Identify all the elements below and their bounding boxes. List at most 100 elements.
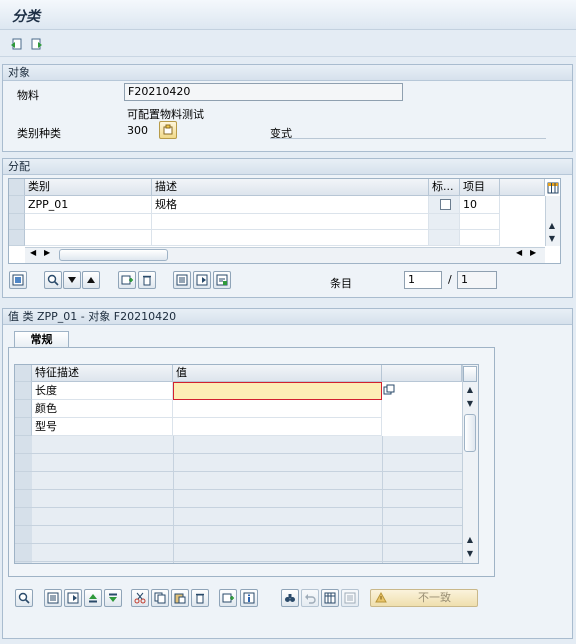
scroll-left-end-icon[interactable]: ◀ <box>516 248 522 257</box>
details-icon <box>12 274 24 286</box>
row-selector[interactable] <box>9 214 25 230</box>
paste-button[interactable] <box>171 589 189 607</box>
binoculars-icon <box>47 274 59 286</box>
sort-up-button[interactable] <box>84 589 102 607</box>
scroll-down-icon[interactable]: ▼ <box>463 399 477 408</box>
class-cell[interactable]: ZPP_01 <box>25 196 152 214</box>
row-selector[interactable] <box>15 418 32 436</box>
tab-general[interactable]: 常规 <box>14 331 69 347</box>
scroll-right-end-icon[interactable]: ▶ <box>530 248 536 257</box>
copy-icon <box>154 592 166 604</box>
column-layout-button[interactable] <box>544 179 562 197</box>
scissors-icon <box>134 592 146 604</box>
display-button[interactable] <box>341 589 359 607</box>
sort-descending-button[interactable] <box>63 271 81 289</box>
values-select-all-button[interactable] <box>44 589 62 607</box>
trash-icon <box>196 593 204 604</box>
delete-row-button[interactable] <box>138 271 156 289</box>
doc-arrow-left-icon <box>11 38 22 50</box>
entry-separator: / <box>448 273 452 286</box>
col-header-value[interactable]: 值 <box>173 365 382 382</box>
copy-button[interactable] <box>151 589 169 607</box>
value-cell-length[interactable] <box>173 382 382 400</box>
item-cell[interactable]: 10 <box>460 196 500 214</box>
scroll-left-icon[interactable]: ◀ <box>30 248 36 257</box>
scroll-up-icon[interactable]: ▲ <box>545 221 559 230</box>
sort-ascending-button[interactable] <box>82 271 100 289</box>
horizontal-scroll-thumb[interactable] <box>59 249 168 261</box>
values-delete-button[interactable] <box>191 589 209 607</box>
undo-button[interactable] <box>301 589 319 607</box>
search-binoculars-button[interactable] <box>281 589 299 607</box>
select-all-icon <box>176 274 188 286</box>
class-type-select-button[interactable] <box>159 121 177 139</box>
select-block-button[interactable] <box>193 271 211 289</box>
col-header-item[interactable]: 项目 <box>460 179 500 196</box>
row-selector[interactable] <box>15 382 32 400</box>
magnifier-icon <box>18 592 30 604</box>
next-object-button[interactable] <box>28 35 46 53</box>
find-button[interactable] <box>44 271 62 289</box>
values-vertical-scrollbar[interactable] <box>462 365 478 563</box>
row-selector[interactable] <box>9 196 25 214</box>
entry-total-field: 1 <box>457 271 497 289</box>
col-header-filler <box>382 365 462 382</box>
insert-row-button[interactable] <box>118 271 136 289</box>
window-title: 分类 <box>12 9 40 25</box>
empty-rows <box>15 436 462 563</box>
select-all-button[interactable] <box>173 271 191 289</box>
previous-object-button[interactable] <box>7 35 25 53</box>
col-header-filler <box>500 179 545 196</box>
row-selector[interactable] <box>9 230 25 246</box>
sort-down-button[interactable] <box>104 589 122 607</box>
triangle-up-icon <box>87 277 95 283</box>
empty-cell <box>25 214 152 230</box>
col-header-class[interactable]: 类别 <box>25 179 152 196</box>
characteristic-cell: 颜色 <box>32 400 173 418</box>
material-field[interactable]: F20210420 <box>124 83 403 101</box>
row-selector[interactable] <box>15 400 32 418</box>
undo-icon <box>305 594 316 604</box>
entry-current-field[interactable]: 1 <box>404 271 442 289</box>
values-select-block-button[interactable] <box>64 589 82 607</box>
title-bar <box>0 0 576 30</box>
display-icon <box>344 592 356 604</box>
entry-label: 条目 <box>330 277 352 290</box>
warning-icon <box>375 592 387 603</box>
values-group-header: 值 类 ZPP_01 - 对象 F20210420 <box>3 309 572 325</box>
values-find-button[interactable] <box>15 589 33 607</box>
characteristic-cell: 型号 <box>32 418 173 436</box>
value-cell-color[interactable] <box>173 400 382 418</box>
details-button[interactable] <box>9 271 27 289</box>
value-help-button[interactable] <box>381 382 397 398</box>
col-header-characteristic[interactable]: 特征描述 <box>32 365 173 382</box>
scroll-down-end-icon[interactable]: ▼ <box>463 549 477 558</box>
cut-button[interactable] <box>131 589 149 607</box>
folder-icon <box>163 124 173 135</box>
application-toolbar <box>0 31 576 57</box>
scroll-right-icon[interactable]: ▶ <box>44 248 50 257</box>
scroll-down-icon[interactable]: ▼ <box>545 234 559 243</box>
description-cell: 规格 <box>152 196 429 214</box>
column-settings-button[interactable] <box>463 366 477 382</box>
deselect-all-button[interactable] <box>213 271 231 289</box>
scroll-up-icon[interactable]: ▲ <box>463 385 477 394</box>
select-all-cell[interactable] <box>15 365 32 382</box>
binoculars-icon <box>285 594 295 602</box>
scroll-up-end-icon[interactable]: ▲ <box>463 535 477 544</box>
empty-cell <box>152 214 429 230</box>
doc-arrow-right-icon <box>31 38 42 50</box>
table-view-button[interactable] <box>321 589 339 607</box>
values-insert-button[interactable] <box>219 589 237 607</box>
vertical-scroll-thumb[interactable] <box>464 414 476 452</box>
col-header-description[interactable]: 描述 <box>152 179 429 196</box>
col-header-standard[interactable]: 标... <box>429 179 460 196</box>
value-cell-model[interactable] <box>173 418 382 436</box>
info-button[interactable] <box>240 589 258 607</box>
select-all-cell[interactable] <box>9 179 25 196</box>
inconsistent-button[interactable]: 不一致 <box>370 589 478 607</box>
characteristic-cell: 长度 <box>32 382 173 400</box>
select-all-icon <box>47 592 59 604</box>
sort-down-icon <box>109 593 117 602</box>
standard-class-checkbox[interactable] <box>440 199 451 210</box>
